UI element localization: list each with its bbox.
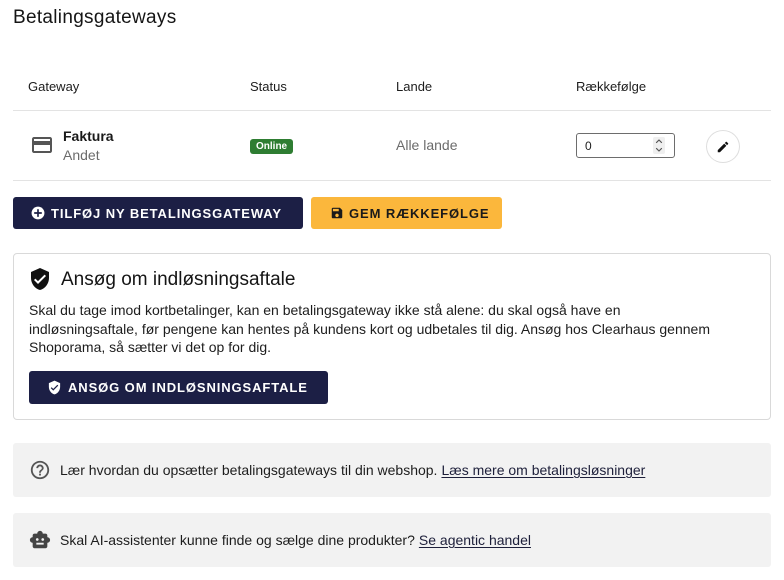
table-row: Faktura Andet Online Alle lande bbox=[13, 111, 771, 181]
gateway-type: Andet bbox=[63, 147, 100, 163]
gateways-table: Gateway Status Lande Rækkefølge Faktura … bbox=[13, 63, 771, 181]
shield-check-icon bbox=[48, 380, 61, 395]
apply-acquiring-button[interactable]: ANSØG OM INDLØSNINGSAFTALE bbox=[29, 371, 328, 404]
add-gateway-button[interactable]: TILFØJ NY BETALINGSGATEWAY bbox=[13, 197, 303, 229]
page-title: Betalingsgateways bbox=[13, 7, 177, 28]
help-banner-text: Lær hvordan du opsætter betalingsgateway… bbox=[60, 462, 438, 478]
ai-banner: Skal AI-assistenter kunne finde og sælge… bbox=[13, 513, 771, 567]
column-header-order: Rækkefølge bbox=[576, 79, 647, 94]
save-order-button[interactable]: GEM RÆKKEFØLGE bbox=[311, 197, 502, 229]
payment-solutions-link[interactable]: Læs mere om betalingsløsninger bbox=[441, 462, 645, 478]
order-stepper[interactable] bbox=[653, 137, 665, 154]
acquiring-description: Skal du tage imod kortbetalinger, kan en… bbox=[29, 302, 710, 355]
help-banner: Lær hvordan du opsætter betalingsgateway… bbox=[13, 443, 771, 497]
column-header-gateway: Gateway bbox=[28, 79, 80, 94]
ai-banner-text: Skal AI-assistenter kunne finde og sælge… bbox=[60, 532, 415, 548]
gateway-name: Faktura bbox=[63, 128, 114, 144]
column-header-countries: Lande bbox=[396, 79, 433, 94]
stepper-up-icon[interactable] bbox=[654, 137, 664, 145]
credit-card-icon bbox=[32, 137, 52, 153]
robot-icon bbox=[29, 530, 51, 549]
column-header-status: Status bbox=[250, 79, 287, 94]
acquiring-card: Ansøg om indløsningsaftale Skal du tage … bbox=[13, 253, 771, 420]
edit-gateway-button[interactable] bbox=[706, 130, 740, 163]
help-circle-icon bbox=[30, 460, 50, 480]
status-badge: Online bbox=[250, 139, 294, 154]
agentic-commerce-link[interactable]: Se agentic handel bbox=[419, 532, 531, 548]
add-gateway-label: TILFØJ NY BETALINGSGATEWAY bbox=[51, 205, 282, 221]
apply-acquiring-label: ANSØG OM INDLØSNINGSAFTALE bbox=[68, 380, 308, 395]
pencil-icon bbox=[717, 141, 729, 152]
gateway-countries: Alle lande bbox=[396, 137, 458, 153]
floppy-disk-icon bbox=[331, 207, 343, 219]
order-input[interactable] bbox=[577, 134, 649, 157]
plus-circle-icon bbox=[31, 206, 45, 220]
stepper-down-icon[interactable] bbox=[654, 146, 664, 154]
shield-check-icon bbox=[31, 268, 49, 290]
order-field[interactable] bbox=[576, 133, 675, 158]
acquiring-title: Ansøg om indløsningsaftale bbox=[61, 269, 296, 290]
save-order-label: GEM RÆKKEFØLGE bbox=[349, 205, 490, 221]
table-header: Gateway Status Lande Rækkefølge bbox=[13, 63, 771, 111]
